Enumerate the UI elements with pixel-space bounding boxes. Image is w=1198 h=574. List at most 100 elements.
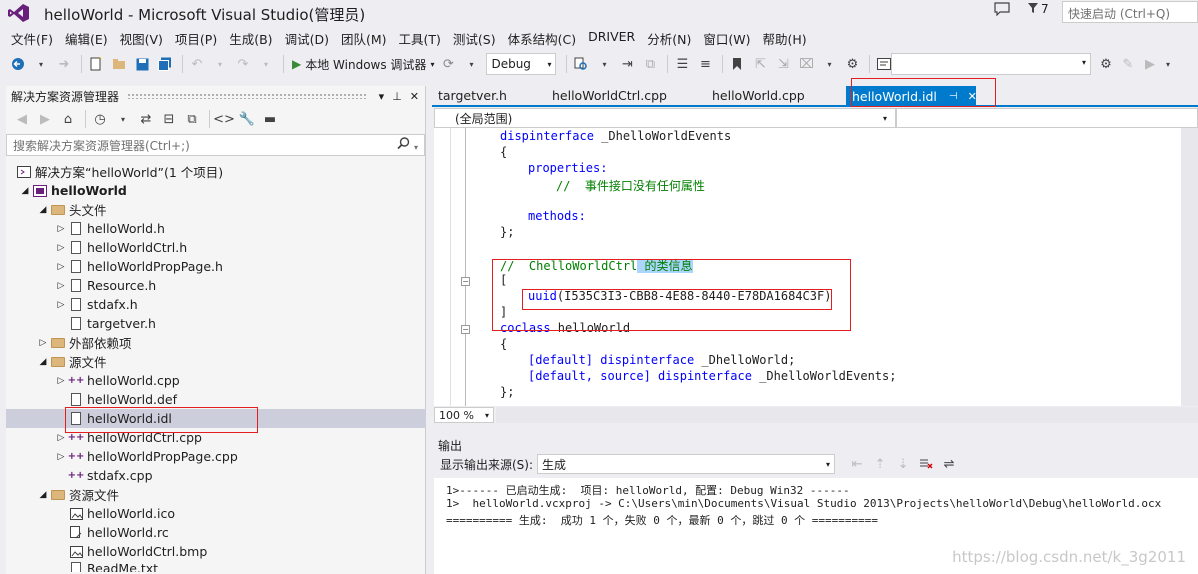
refresh-icon[interactable]: ⟳: [438, 54, 458, 74]
menu-driver[interactable]: DRIVER: [582, 27, 641, 49]
next-message-icon[interactable]: ⇣: [893, 454, 913, 474]
pending-changes-icon[interactable]: ◷: [90, 109, 110, 129]
menu-edit[interactable]: 编辑(E): [59, 27, 114, 49]
tree-item-file[interactable]: ▷ Resource.h: [6, 276, 426, 295]
continue-icon[interactable]: ▶: [1140, 54, 1160, 74]
tree-item-file[interactable]: ▷ helloWorldPropPage.h: [6, 257, 426, 276]
menu-window[interactable]: 窗口(W): [697, 27, 756, 49]
clear-all-icon[interactable]: [916, 454, 936, 474]
edit-icon[interactable]: ✎: [1118, 54, 1138, 74]
undo-dropdown-icon[interactable]: ▾: [210, 54, 230, 74]
step-over-icon[interactable]: ⧉: [640, 54, 660, 74]
collapsed-arrow-icon[interactable]: ▷: [54, 281, 68, 291]
expanded-arrow-icon[interactable]: ◢: [36, 357, 50, 367]
tree-item-file[interactable]: ▷ helloWorldCtrl.h: [6, 238, 426, 257]
toolbar-search-combo[interactable]: ▾: [891, 53, 1091, 75]
zoom-select[interactable]: 100 % ▾: [434, 407, 494, 423]
collapsed-arrow-icon[interactable]: ▷: [54, 262, 68, 272]
close-icon[interactable]: ✕: [410, 90, 419, 103]
step-into-icon[interactable]: ⇥: [617, 54, 637, 74]
collapse-region-icon[interactable]: −: [461, 325, 470, 334]
home-icon[interactable]: ⌂: [58, 109, 78, 129]
output-text[interactable]: 1>------ 已启动生成: 项目: helloWorld, 配置: Debu…: [434, 478, 1198, 574]
navigate-back-icon[interactable]: [8, 54, 28, 74]
collapsed-arrow-icon[interactable]: ▷: [36, 338, 50, 348]
uncomment-lines-icon[interactable]: ≡: [695, 54, 715, 74]
navigate-forward-icon[interactable]: ➜: [54, 54, 74, 74]
tree-item-folder[interactable]: ▷ 外部依赖项: [6, 333, 426, 352]
show-all-files-icon[interactable]: ⧉: [182, 109, 202, 129]
menu-test[interactable]: 测试(S): [447, 27, 502, 49]
tree-item-file[interactable]: ▷ helloWorld.h: [6, 219, 426, 238]
solution-configuration-select[interactable]: Debug ▾: [486, 53, 557, 75]
collapsed-arrow-icon[interactable]: ▷: [54, 452, 68, 462]
back-icon[interactable]: ◀: [12, 109, 32, 129]
find-in-files-icon[interactable]: [571, 54, 591, 74]
tree-item-file[interactable]: helloWorld.rc: [6, 523, 426, 542]
new-project-icon[interactable]: [86, 54, 106, 74]
collapsed-arrow-icon[interactable]: ▷: [54, 243, 68, 253]
undo-icon[interactable]: ↶: [187, 54, 207, 74]
sync-icon[interactable]: ⇄: [136, 109, 156, 129]
toolbar-options-icon[interactable]: ▾: [1158, 54, 1178, 74]
tab-helloworldctrl-cpp[interactable]: helloWorldCtrl.cpp: [546, 86, 673, 106]
tree-item-file[interactable]: helloWorld.def: [6, 390, 426, 409]
feedback-icon[interactable]: [994, 2, 1010, 19]
code-editor[interactable]: dispinterface _DhelloWorldEvents { prope…: [434, 128, 1198, 406]
collapse-region-icon[interactable]: −: [461, 277, 470, 286]
menu-view[interactable]: 视图(V): [114, 27, 169, 49]
tree-item-file[interactable]: ▷ ++ helloWorldCtrl.cpp: [6, 428, 426, 447]
refresh-dropdown-icon[interactable]: ▾: [461, 54, 481, 74]
menu-build[interactable]: 生成(B): [223, 27, 278, 49]
menu-analyze[interactable]: 分析(N): [641, 27, 697, 49]
tree-item-file[interactable]: helloWorld.ico: [6, 504, 426, 523]
diagnostics-icon[interactable]: ⚙: [1096, 54, 1116, 74]
tree-item-file[interactable]: helloWorldCtrl.bmp: [6, 542, 426, 561]
properties-icon[interactable]: 🔧: [237, 109, 257, 129]
scope-select[interactable]: (全局范围) ▾: [434, 108, 896, 128]
menu-debug[interactable]: 调试(D): [279, 27, 335, 49]
solution-search-input[interactable]: 搜索解决方案资源管理器(Ctrl+;) ▾: [6, 134, 425, 156]
tree-item-folder[interactable]: ◢ 源文件: [6, 352, 426, 371]
view-code-icon[interactable]: <>: [213, 109, 235, 129]
tree-item-file[interactable]: ▷ ++ helloWorldPropPage.cpp: [6, 447, 426, 466]
forward-icon[interactable]: ▶: [35, 109, 55, 129]
tree-item-file-selected[interactable]: helloWorld.idl: [6, 409, 426, 428]
attach-process-icon[interactable]: ⚙: [842, 54, 862, 74]
bookmark-dropdown-icon[interactable]: ▾: [819, 54, 839, 74]
collapsed-arrow-icon[interactable]: ▷: [54, 376, 68, 386]
tree-item-project[interactable]: ◢ helloWorld: [6, 181, 426, 200]
pin-tab-icon[interactable]: ⊣: [949, 91, 958, 102]
collapsed-arrow-icon[interactable]: ▷: [54, 224, 68, 234]
pending-dropdown-icon[interactable]: ▾: [113, 109, 133, 129]
tree-item-file[interactable]: ▷ stdafx.h: [6, 295, 426, 314]
menu-file[interactable]: 文件(F): [5, 27, 59, 49]
back-dropdown-icon[interactable]: ▾: [31, 54, 51, 74]
tree-item-folder[interactable]: ◢ 资源文件: [6, 485, 426, 504]
expanded-arrow-icon[interactable]: ◢: [36, 490, 50, 500]
find-message-icon[interactable]: ⇤: [847, 454, 867, 474]
menu-tools[interactable]: 工具(T): [393, 27, 447, 49]
expanded-arrow-icon[interactable]: ◢: [18, 186, 32, 196]
save-all-icon[interactable]: [155, 54, 175, 74]
menu-architecture[interactable]: 体系结构(C): [502, 27, 582, 49]
redo-icon[interactable]: ↷: [233, 54, 253, 74]
find-dropdown-icon[interactable]: ▾: [594, 54, 614, 74]
pin-icon[interactable]: ⊥: [392, 90, 402, 103]
start-debugging-button[interactable]: ▶ 本地 Windows 调试器 ▾: [288, 56, 438, 73]
menu-help[interactable]: 帮助(H): [756, 27, 812, 49]
tree-item-folder[interactable]: ◢ 头文件: [6, 200, 426, 219]
tab-helloworld-idl[interactable]: helloWorld.idl ⊣ ✕: [846, 86, 977, 106]
comment-lines-icon[interactable]: ☰: [672, 54, 692, 74]
next-bookmark-icon[interactable]: ⇲: [773, 54, 793, 74]
clear-bookmarks-icon[interactable]: ⌧: [796, 54, 816, 74]
output-source-select[interactable]: 生成 ▾: [537, 454, 836, 474]
previous-message-icon[interactable]: ⇡: [870, 454, 890, 474]
tree-item-file[interactable]: ▷ ++ helloWorld.cpp: [6, 371, 426, 390]
tab-targetver-h[interactable]: targetver.h: [432, 86, 513, 106]
tree-item-file[interactable]: ReadMe.txt: [6, 561, 426, 572]
quick-launch-input[interactable]: 快速启动 (Ctrl+Q): [1062, 1, 1198, 23]
member-select[interactable]: [896, 108, 1198, 128]
expanded-arrow-icon[interactable]: ◢: [36, 205, 50, 215]
previous-bookmark-icon[interactable]: ⇱: [750, 54, 770, 74]
